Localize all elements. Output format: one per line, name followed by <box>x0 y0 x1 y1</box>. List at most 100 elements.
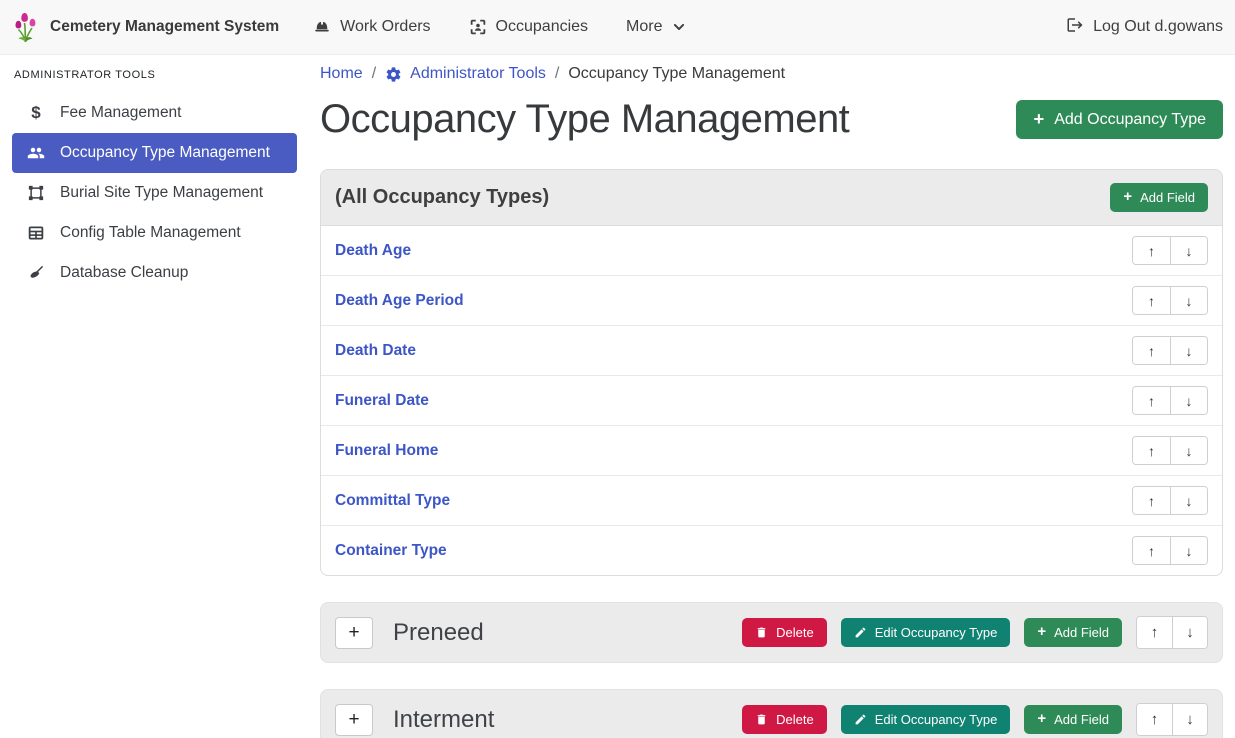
move-up-button[interactable]: ↑ <box>1133 537 1170 564</box>
move-up-button[interactable]: ↑ <box>1137 704 1172 735</box>
breadcrumb-separator: / <box>555 65 559 83</box>
plus-icon: + <box>1033 110 1044 128</box>
field-link[interactable]: Death Age Period <box>335 292 464 310</box>
field-link[interactable]: Death Date <box>335 342 416 360</box>
card-header: (All Occupancy Types) + Add Field <box>321 170 1222 226</box>
button-label: Add Field <box>1054 712 1109 727</box>
section-title: Preneed <box>393 619 484 647</box>
breadcrumb-admin-tools-link[interactable]: Administrator Tools <box>385 65 546 83</box>
expand-button[interactable]: + <box>335 617 373 649</box>
portrait-icon <box>469 18 487 36</box>
dollar-icon: $ <box>25 103 47 123</box>
sidebar-item-config-table-management[interactable]: Config Table Management <box>12 213 297 253</box>
field-link[interactable]: Death Age <box>335 242 411 260</box>
nav-item-more[interactable]: More <box>626 18 685 36</box>
sidebar-item-database-cleanup[interactable]: Database Cleanup <box>12 253 297 293</box>
breadcrumb-label: Administrator Tools <box>410 65 546 83</box>
main-content: Home / Administrator Tools / Occupancy T… <box>305 55 1235 738</box>
table-row: Committal Type ↑ ↓ <box>321 476 1222 526</box>
button-label: Delete <box>776 625 814 640</box>
sidebar-item-fee-management[interactable]: $ Fee Management <box>12 93 297 133</box>
add-field-button[interactable]: + Add Field <box>1024 705 1122 734</box>
nav-item-work-orders[interactable]: Work Orders <box>313 18 430 36</box>
field-link[interactable]: Committal Type <box>335 492 450 510</box>
plus-icon: + <box>1037 712 1046 727</box>
breadcrumb-current: Occupancy Type Management <box>568 65 785 83</box>
card-title: (All Occupancy Types) <box>335 186 549 209</box>
reorder-group: ↑ ↓ <box>1132 336 1208 365</box>
add-field-button[interactable]: + Add Field <box>1024 618 1122 647</box>
reorder-group: ↑ ↓ <box>1132 486 1208 515</box>
breadcrumb: Home / Administrator Tools / Occupancy T… <box>320 65 1223 83</box>
nav-item-label: More <box>626 18 662 36</box>
logout-icon <box>1066 16 1084 39</box>
delete-button[interactable]: Delete <box>742 705 827 734</box>
sidebar-item-label: Database Cleanup <box>60 264 188 282</box>
move-down-button[interactable]: ↓ <box>1170 337 1207 364</box>
reorder-group: ↑ ↓ <box>1132 536 1208 565</box>
button-label: Edit Occupancy Type <box>875 712 998 727</box>
move-up-button[interactable]: ↑ <box>1137 617 1172 648</box>
move-down-button[interactable]: ↓ <box>1170 537 1207 564</box>
section-preneed: + Preneed Delete <box>320 602 1223 663</box>
table-row: Death Age Period ↑ ↓ <box>321 276 1222 326</box>
move-down-button[interactable]: ↓ <box>1170 387 1207 414</box>
nav-item-occupancies[interactable]: Occupancies <box>469 18 589 36</box>
expand-button[interactable]: + <box>335 704 373 736</box>
move-down-button[interactable]: ↓ <box>1170 487 1207 514</box>
table-row: Death Age ↑ ↓ <box>321 226 1222 276</box>
reorder-group: ↑ ↓ <box>1132 436 1208 465</box>
field-link[interactable]: Funeral Date <box>335 392 429 410</box>
breadcrumb-home-link[interactable]: Home <box>320 65 363 83</box>
add-occupancy-type-button[interactable]: + Add Occupancy Type <box>1016 100 1223 138</box>
move-up-button[interactable]: ↑ <box>1133 387 1170 414</box>
logout-button[interactable]: Log Out d.gowans <box>1066 16 1223 39</box>
table-row: Container Type ↑ ↓ <box>321 526 1222 575</box>
table-row: Death Date ↑ ↓ <box>321 326 1222 376</box>
section-interment: + Interment Delete <box>320 689 1223 738</box>
nav-item-label: Work Orders <box>340 18 430 36</box>
sidebar-item-label: Fee Management <box>60 104 182 122</box>
page-header: Occupancy Type Management + Add Occupanc… <box>320 97 1223 142</box>
chevron-down-icon <box>672 20 686 34</box>
sidebar-item-label: Occupancy Type Management <box>60 144 270 162</box>
move-up-button[interactable]: ↑ <box>1133 337 1170 364</box>
brand: Cemetery Management System <box>12 11 279 44</box>
sidebar-item-burial-site-type-management[interactable]: Burial Site Type Management <box>12 173 297 213</box>
plus-icon: + <box>1123 190 1132 205</box>
move-down-button[interactable]: ↓ <box>1170 287 1207 314</box>
add-field-button[interactable]: + Add Field <box>1110 183 1208 212</box>
move-up-button[interactable]: ↑ <box>1133 287 1170 314</box>
field-link[interactable]: Funeral Home <box>335 442 438 460</box>
reorder-group: ↑ ↓ <box>1132 386 1208 415</box>
nav-item-label: Occupancies <box>496 18 589 36</box>
move-up-button[interactable]: ↑ <box>1133 487 1170 514</box>
edit-occupancy-type-button[interactable]: Edit Occupancy Type <box>841 705 1011 734</box>
edit-occupancy-type-button[interactable]: Edit Occupancy Type <box>841 618 1011 647</box>
broom-icon <box>25 264 47 282</box>
sidebar-item-label: Burial Site Type Management <box>60 184 263 202</box>
plus-icon: + <box>1037 625 1046 640</box>
reorder-group: ↑ ↓ <box>1132 236 1208 265</box>
delete-button[interactable]: Delete <box>742 618 827 647</box>
button-label: Delete <box>776 712 814 727</box>
move-down-button[interactable]: ↓ <box>1172 704 1207 735</box>
sidebar-item-occupancy-type-management[interactable]: Occupancy Type Management <box>12 133 297 173</box>
move-down-button[interactable]: ↓ <box>1172 617 1207 648</box>
sidebar: ADMINISTRATOR TOOLS $ Fee Management Occ… <box>0 55 305 738</box>
move-down-button[interactable]: ↓ <box>1170 437 1207 464</box>
sidebar-item-label: Config Table Management <box>60 224 241 242</box>
trash-icon <box>755 713 768 726</box>
move-up-button[interactable]: ↑ <box>1133 237 1170 264</box>
table-row: Funeral Home ↑ ↓ <box>321 426 1222 476</box>
reorder-group: ↑ ↓ <box>1136 616 1208 649</box>
table-icon <box>25 224 47 242</box>
page-title: Occupancy Type Management <box>320 97 849 142</box>
gear-icon <box>385 66 402 83</box>
top-navbar: Cemetery Management System Work Orders <box>0 0 1235 55</box>
pencil-icon <box>854 626 867 639</box>
move-up-button[interactable]: ↑ <box>1133 437 1170 464</box>
table-row: Funeral Date ↑ ↓ <box>321 376 1222 426</box>
field-link[interactable]: Container Type <box>335 542 447 560</box>
move-down-button[interactable]: ↓ <box>1170 237 1207 264</box>
